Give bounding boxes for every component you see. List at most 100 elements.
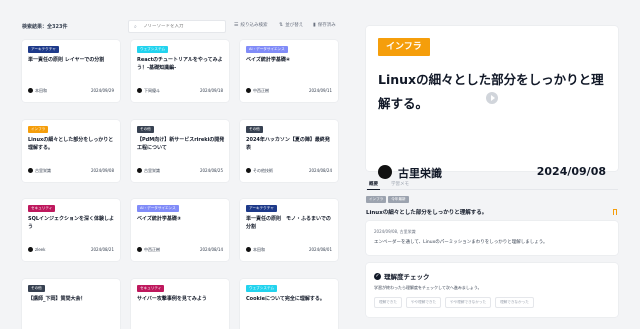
card-date: 2024/09/29 — [90, 88, 114, 93]
note-text: エンベーダーを通して、Linuxのパーミッションまわりをしっかりと理解しましょう… — [374, 240, 548, 245]
card-title: SQLインジェクションを深く体験しよう — [28, 216, 115, 230]
card-tag: ウェブシステム — [137, 46, 169, 53]
card-tag: セキュリティ — [28, 205, 56, 212]
card-title: 単一責任の原則 レイヤーでの分割 — [28, 57, 105, 63]
hero-tag: インフラ — [378, 38, 430, 56]
search-input[interactable] — [143, 24, 223, 29]
article-card[interactable]: アーキテクチャ単一責任の原則 モノ・ふるまいでの分割本田和 2024/08/01 — [240, 199, 338, 261]
author-avatar-icon — [137, 88, 142, 93]
detail-tabs: 概要 学習メモ — [366, 180, 618, 190]
card-title: 2024年ハッカソン【夏の陣】最終発表 — [246, 137, 330, 151]
card-date: 2024/09/11 — [308, 88, 332, 93]
article-card[interactable]: AI・データサイエンス ベイズ統計学基礎④ 中西正樹 2024/09/11 — [240, 40, 338, 102]
check-options: 理解できた やや理解できた やや理解できなかった 理解できなかった — [374, 297, 534, 308]
card-author: 中西正樹 — [253, 88, 269, 93]
card-tag: AI・データサイエンス — [137, 205, 179, 212]
card-tag: AI・データサイエンス — [246, 46, 288, 53]
card-title: ベイズ統計学基礎④ — [246, 57, 291, 63]
card-title: 【講師_下岡】質問大会！ — [28, 296, 86, 302]
card-date: 2024/08/24 — [308, 168, 332, 173]
card-tag: その他 — [246, 126, 263, 133]
check-title: ✓ 理解度チェック — [374, 271, 430, 281]
check-description: 学習が終わったら理解度をチェックして次へ進みましょう。 — [374, 285, 482, 290]
card-tag: アーキテクチャ — [28, 46, 59, 53]
saved-label: 保存済み — [317, 23, 336, 28]
toolbar: 検索結果：全323件 ⌕ ☰ 絞り込み検索 ⇅ 並び替え ▮ 保存済み — [0, 0, 350, 40]
detail-tags: インフラ 今年最新 — [366, 196, 409, 203]
detail-title: Linuxの細々とした部分をしっかりと理解する。 — [366, 210, 488, 216]
card-tag: その他 — [137, 126, 154, 133]
filter-button[interactable]: ☰ 絞り込み検索 — [234, 22, 267, 28]
bookmark-icon: ▮ — [313, 22, 316, 28]
search-box[interactable]: ⌕ — [128, 20, 226, 33]
card-title: ベイズ統計学基礎③ — [137, 216, 182, 222]
filter-icon: ☰ — [234, 22, 239, 28]
card-date: 2024/08/14 — [199, 247, 223, 252]
hero-author: 古里栄識 — [398, 167, 442, 180]
article-card[interactable]: その他【PdM向け】新サービスrirekiの開発工程について古里栄識 2024/0… — [131, 120, 229, 182]
author-avatar-icon — [28, 88, 33, 93]
tab-memo[interactable]: 学習メモ — [391, 181, 409, 187]
card-title: サイバー攻撃事例を見てみよう — [137, 296, 207, 302]
card-date: 2024/08/21 — [90, 247, 114, 252]
article-card[interactable]: セキュリティ SQLインジェクションを深く体験しよう zleek 2024/08/21 — [22, 199, 120, 261]
card-tag: ウェブシステム — [246, 285, 278, 292]
bookmark-icon[interactable] — [613, 209, 617, 215]
check-title-text: 理解度チェック — [384, 273, 430, 281]
article-card[interactable]: その他 2024年ハッカソン【夏の陣】最終発表その他技術 2024/08/24 — [240, 120, 338, 182]
check-circle-icon: ✓ — [374, 272, 381, 280]
author-avatar-icon — [246, 247, 251, 252]
card-title: 単一責任の原則 モノ・ふるまいでの分割 — [246, 216, 331, 230]
card-author: 下岡優斗 — [144, 88, 160, 93]
article-card[interactable]: セキュリティサイバー攻撃事例を見てみよう — [131, 279, 229, 329]
play-icon[interactable] — [486, 92, 498, 104]
card-author: 本田和 — [253, 247, 265, 252]
hero-date: 2024/09/08 — [536, 165, 606, 178]
check-option[interactable]: 理解できなかった — [495, 297, 534, 308]
filter-label: 絞り込み検索 — [240, 23, 268, 28]
author-avatar-icon — [246, 168, 251, 173]
understanding-check: ✓ 理解度チェック 学習が終わったら理解度をチェックして次へ進みましょう。 理解… — [366, 263, 618, 317]
card-author: 本田和 — [35, 88, 47, 93]
author-avatar-icon — [378, 165, 392, 179]
card-author: 古里栄識 — [144, 168, 160, 173]
card-tag: その他 — [28, 285, 45, 292]
card-tag: アーキテクチャ — [246, 205, 277, 212]
card-tag: インフラ — [28, 126, 49, 133]
card-date: 2024/09/08 — [90, 168, 114, 173]
card-title: Linuxの細々とした部分をしっかりと理解する。 — [28, 137, 114, 151]
article-card[interactable]: ウェブシステム Reactのチュートリアルをやってみよう！-基礎知識編- 下岡優斗 2… — [131, 40, 229, 102]
card-date: 2024/08/01 — [308, 247, 332, 252]
tab-overview[interactable]: 概要 — [367, 181, 380, 190]
check-option[interactable]: 理解できた — [374, 297, 402, 308]
check-option[interactable]: やや理解できなかった — [445, 297, 492, 308]
card-date: 2024/08/25 — [199, 168, 223, 173]
saved-button[interactable]: ▮ 保存済み — [313, 22, 336, 28]
card-title: Cookieについて完全に理解する。 — [246, 296, 325, 302]
card-author: zleek — [35, 247, 46, 252]
article-card[interactable]: AI・データサイエンス ベイズ統計学基礎③ 中西正樹 2024/08/14 — [131, 199, 229, 261]
detail-tag: インフラ — [366, 196, 387, 203]
card-date: 2024/09/18 — [199, 88, 223, 93]
result-count: 検索結果：全323件 — [22, 24, 68, 30]
sort-icon: ⇅ — [279, 22, 284, 28]
search-icon: ⌕ — [134, 23, 137, 30]
card-tag: セキュリティ — [137, 285, 165, 292]
author-avatar-icon — [28, 168, 33, 173]
card-title: Reactのチュートリアルをやってみよう！-基礎知識編- — [137, 57, 223, 71]
author-avatar-icon — [137, 247, 142, 252]
article-card[interactable]: ウェブシステム Cookieについて完全に理解する。 — [240, 279, 338, 329]
article-card[interactable]: インフラ Linuxの細々とした部分をしっかりと理解する。 古里栄識 2024/09/… — [22, 120, 120, 182]
check-option[interactable]: やや理解できた — [405, 297, 442, 308]
card-author: 中西正樹 — [144, 247, 160, 252]
sort-label: 並び替え — [285, 23, 304, 28]
article-card[interactable]: その他【講師_下岡】質問大会！ — [22, 279, 120, 329]
article-card[interactable]: アーキテクチャ単一責任の原則 レイヤーでの分割本田和 2024/09/29 — [22, 40, 120, 102]
card-author: その他技術 — [253, 168, 273, 173]
author-avatar-icon — [137, 168, 142, 173]
author-avatar-icon — [28, 247, 33, 252]
sort-button[interactable]: ⇅ 並び替え — [279, 22, 303, 28]
note-box: 2024/09/08, 古里栄識 エンベーダーを通して、Linuxのパーミッショ… — [366, 221, 618, 255]
card-title: 【PdM向け】新サービスrirekiの開発工程について — [137, 137, 225, 151]
author-avatar-icon — [246, 88, 251, 93]
